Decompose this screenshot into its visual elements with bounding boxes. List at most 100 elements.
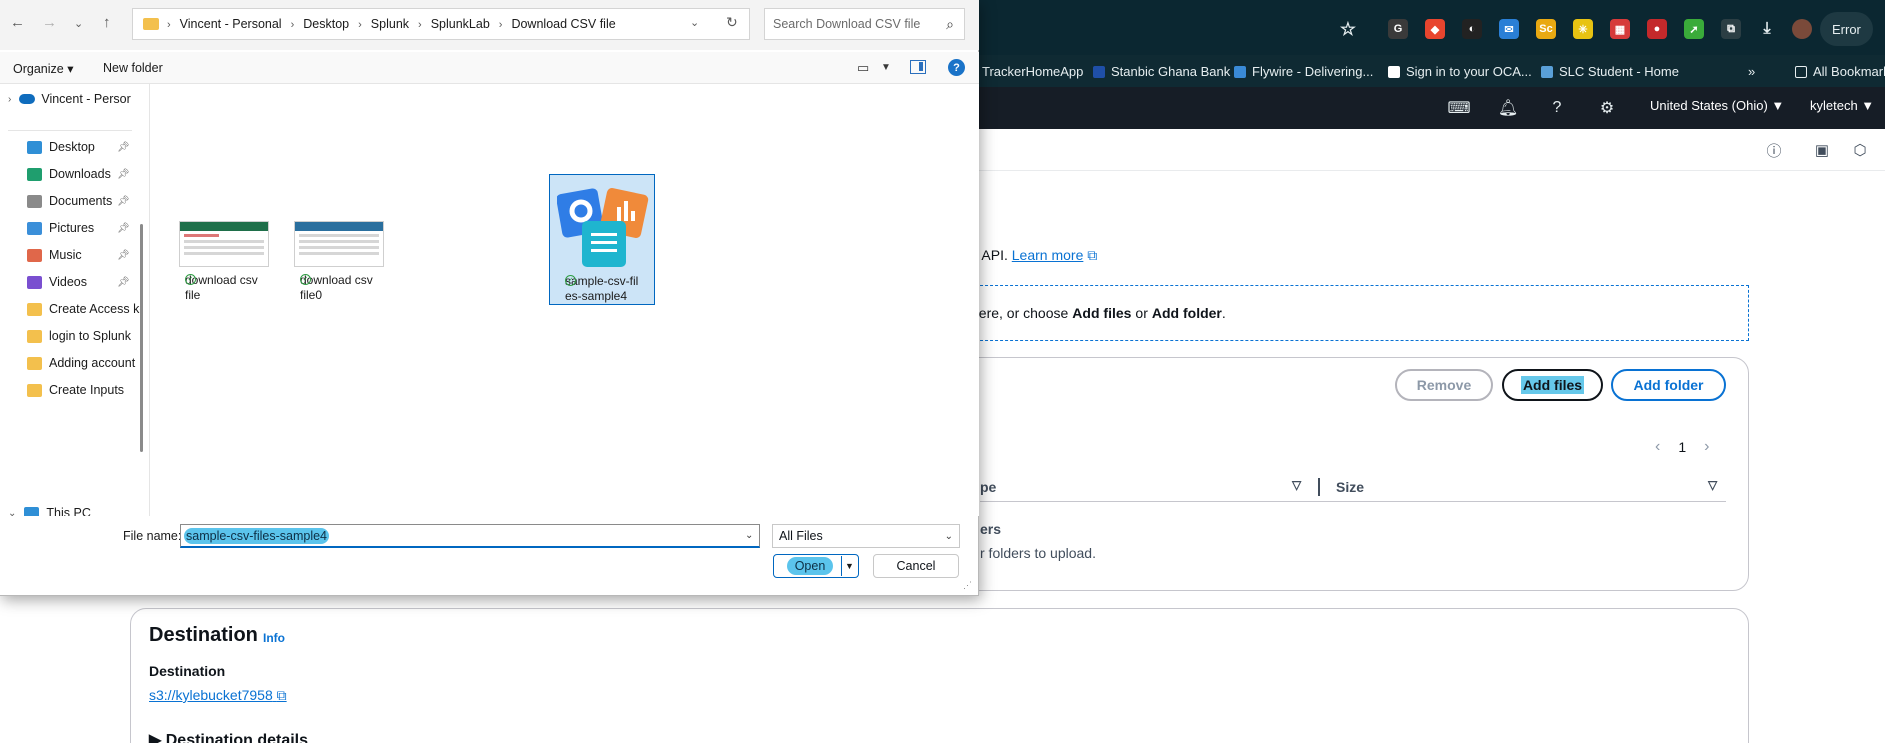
- file-name-dropdown-icon[interactable]: ⌄: [745, 530, 753, 541]
- help-icon[interactable]: ?: [1547, 98, 1567, 118]
- back-arrow-icon[interactable]: ←: [10, 14, 25, 31]
- folder-icon: [27, 329, 42, 343]
- open-split-dropdown-icon[interactable]: ▼: [841, 556, 857, 576]
- nav-item[interactable]: login to Splunk: [0, 323, 140, 349]
- expand-chevron-icon[interactable]: ›: [8, 94, 11, 105]
- organize-button[interactable]: Organize ▾: [13, 61, 73, 76]
- file-type-select[interactable]: All Files ⌄: [772, 524, 960, 548]
- destination-info-link[interactable]: Info: [263, 631, 285, 645]
- info-circle-icon[interactable]: ⓘ: [1764, 140, 1784, 160]
- nav-item[interactable]: Videos 📌︎: [0, 269, 140, 295]
- prev-page-icon[interactable]: ‹: [1655, 438, 1660, 456]
- recent-dropdown-icon[interactable]: ⌄: [74, 17, 83, 30]
- account-menu[interactable]: kyletech ▼: [1810, 98, 1874, 113]
- bell-icon[interactable]: 🔔︎: [1498, 98, 1518, 118]
- pin-icon: 📌︎: [117, 249, 130, 261]
- extension-green-icon[interactable]: ➚: [1684, 19, 1704, 39]
- destination-title: Destination: [149, 624, 258, 646]
- next-page-icon[interactable]: ›: [1704, 438, 1709, 456]
- new-folder-button[interactable]: New folder: [103, 61, 163, 75]
- download-icon[interactable]: ⤓: [1757, 19, 1777, 39]
- nav-item[interactable]: Pictures 📌︎: [0, 215, 140, 241]
- file-item[interactable]: ✓ download csv file: [170, 174, 276, 305]
- cloudshell-icon[interactable]: ⌨: [1447, 98, 1470, 118]
- add-folder-button[interactable]: Add folder: [1611, 369, 1726, 401]
- page-number[interactable]: 1: [1678, 439, 1686, 455]
- breadcrumb-item[interactable]: Download CSV file: [511, 17, 615, 31]
- expand-chevron-icon[interactable]: ⌄: [8, 508, 16, 517]
- settings-hex-icon[interactable]: ⬡: [1850, 140, 1870, 160]
- extension-grid-icon[interactable]: ▦: [1610, 19, 1630, 39]
- preview-pane-icon[interactable]: [910, 60, 926, 74]
- profile-error-button[interactable]: Error: [1820, 12, 1873, 46]
- panel-icon[interactable]: ▣: [1812, 140, 1832, 160]
- nav-item[interactable]: Desktop 📌︎: [0, 134, 140, 160]
- bookmark-item[interactable]: Flywire - Delivering...: [1234, 64, 1373, 79]
- breadcrumb-item[interactable]: Desktop: [303, 17, 349, 31]
- up-arrow-icon[interactable]: ↑: [103, 14, 111, 31]
- extension-red-badge-icon[interactable]: ●: [1647, 19, 1667, 39]
- file-item[interactable]: ✓ download csv file0: [285, 174, 391, 305]
- all-bookmarks-button[interactable]: All Bookmarks: [1795, 64, 1885, 79]
- view-dropdown-icon[interactable]: ▼: [881, 62, 891, 73]
- bookmark-star-icon[interactable]: ☆: [1338, 19, 1358, 39]
- nav-item[interactable]: Create Access ke: [0, 296, 140, 322]
- puzzle-icon[interactable]: ⧉: [1721, 19, 1741, 39]
- nav-item[interactable]: Documents 📌︎: [0, 188, 140, 214]
- sc-extension-icon[interactable]: Sc: [1536, 19, 1556, 39]
- avatar[interactable]: [1792, 19, 1812, 39]
- upload-dropzone[interactable]: here, or choose Add files or Add folder …: [960, 285, 1749, 341]
- gear-icon[interactable]: ⚙: [1597, 98, 1617, 118]
- extension-yellow-icon[interactable]: ✳: [1573, 19, 1593, 39]
- extension-red-icon[interactable]: ◆: [1425, 19, 1445, 39]
- scrollbar[interactable]: [140, 224, 143, 452]
- grammarly-icon[interactable]: G: [1388, 19, 1408, 39]
- bookmark-item[interactable]: Sign in to your OCA...: [1388, 64, 1532, 79]
- file-type-value: All Files: [779, 529, 823, 543]
- sort-down-icon[interactable]: ▽: [1292, 478, 1301, 492]
- bookmarks-overflow-button[interactable]: »: [1748, 64, 1755, 79]
- col-size[interactable]: Size: [1336, 479, 1364, 495]
- extension-dark-icon[interactable]: ◐: [1462, 19, 1482, 39]
- nav-item-label: Pictures: [49, 221, 95, 235]
- forward-arrow-icon[interactable]: →: [42, 14, 57, 31]
- cancel-button[interactable]: Cancel: [873, 554, 959, 578]
- view-icon[interactable]: ▭: [857, 60, 869, 76]
- file-name-input[interactable]: sample-csv-files-sample4: [180, 524, 760, 548]
- breadcrumb-item[interactable]: SplunkLab: [431, 17, 490, 31]
- nav-item[interactable]: Create Inputs: [0, 377, 140, 403]
- add-files-button[interactable]: Add files: [1502, 369, 1603, 401]
- refresh-icon[interactable]: ↻: [726, 14, 738, 31]
- open-button[interactable]: Open ▼: [773, 554, 859, 578]
- sort-down-icon[interactable]: ▽: [1708, 478, 1717, 492]
- remove-label: Remove: [1416, 377, 1472, 393]
- search-icon[interactable]: ⌕: [946, 16, 954, 33]
- search-input[interactable]: Search Download CSV file ⌕: [764, 8, 965, 40]
- nav-item[interactable]: Music 📌︎: [0, 242, 140, 268]
- breadcrumb-item[interactable]: Vincent - Personal: [180, 17, 282, 31]
- col-type[interactable]: pe: [980, 479, 996, 495]
- address-bar[interactable]: › Vincent - Personal › Desktop › Splunk › Splun…: [132, 8, 750, 40]
- bookmark-item[interactable]: SLC Student - Home: [1541, 64, 1679, 79]
- nav-item-onedrive[interactable]: › Vincent - Persor: [0, 86, 140, 112]
- nav-item[interactable]: Adding account: [0, 350, 140, 376]
- mail-icon[interactable]: ✉: [1499, 19, 1519, 39]
- nav-item[interactable]: Downloads 📌︎: [0, 161, 140, 187]
- resize-grip-icon[interactable]: ⋰: [963, 580, 975, 592]
- destination-details-toggle[interactable]: ▶ Destination details: [149, 730, 308, 743]
- address-dropdown-icon[interactable]: ⌄: [690, 16, 699, 29]
- bookmark-item[interactable]: TrackerHomeApp: [982, 64, 1083, 79]
- sync-check-icon: ✓: [185, 274, 196, 285]
- remove-button[interactable]: Remove: [1395, 369, 1493, 401]
- learn-more-link[interactable]: Learn more: [1012, 247, 1084, 263]
- region-selector[interactable]: United States (Ohio) ▼: [1650, 98, 1784, 113]
- nav-item-label: Downloads: [49, 167, 111, 181]
- open-label: Open: [787, 557, 833, 575]
- file-item-selected[interactable]: ✓ sample-csv-fil es-sample4: [549, 174, 655, 305]
- bookmark-item[interactable]: Stanbic Ghana Bank: [1093, 64, 1230, 79]
- breadcrumb-item[interactable]: Splunk: [371, 17, 409, 31]
- destination-link-text: s3://kylebucket7958: [149, 687, 273, 703]
- help-icon[interactable]: ?: [948, 59, 965, 76]
- nav-item-this-pc[interactable]: ⌄ This PC: [0, 500, 140, 516]
- destination-link[interactable]: s3://kylebucket7958 ⧉: [149, 687, 287, 704]
